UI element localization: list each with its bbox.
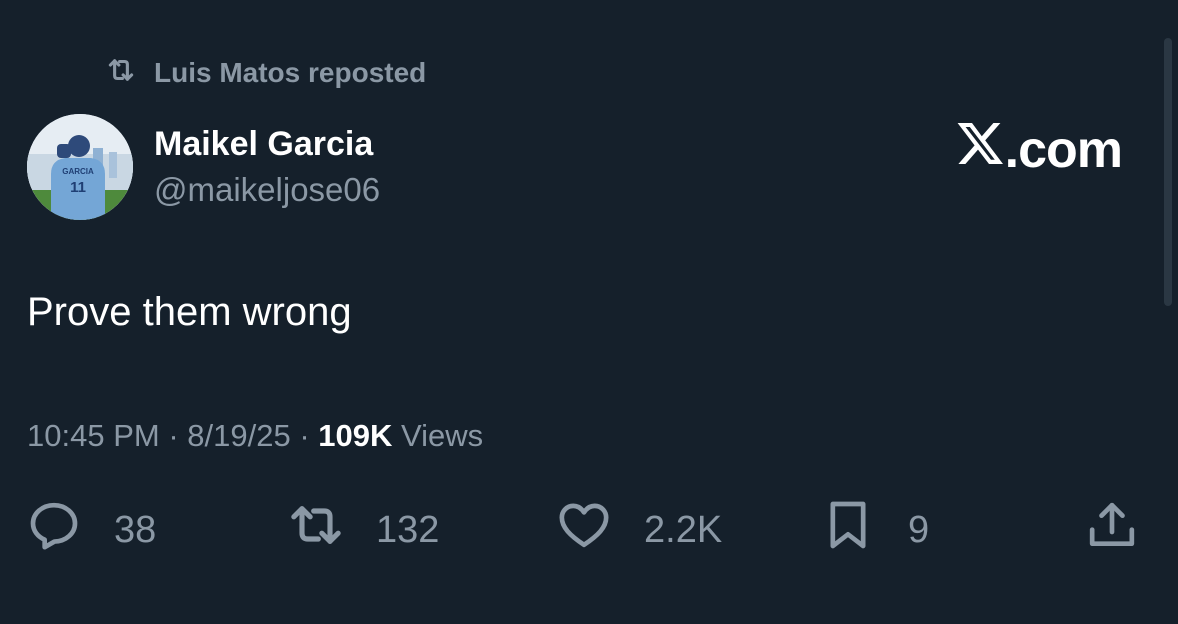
retweet-icon [288, 497, 344, 563]
author-handle[interactable]: @maikeljose06 [154, 170, 380, 210]
brand-watermark: .com [957, 120, 1123, 180]
bookmark-button[interactable]: 9 [820, 500, 929, 560]
jersey-number-text: 11 [70, 179, 86, 196]
repost-button[interactable]: 132 [288, 500, 439, 560]
like-button[interactable]: 2.2K [556, 500, 722, 560]
avatar[interactable]: GARCIA 11 [27, 114, 133, 220]
reply-icon [26, 497, 82, 563]
jersey-name-text: GARCIA [62, 167, 94, 176]
author-name[interactable]: Maikel Garcia [154, 124, 373, 164]
bookmark-count: 9 [908, 508, 930, 551]
retweet-icon [104, 53, 154, 94]
bookmark-icon [820, 497, 876, 563]
heart-icon [556, 497, 612, 563]
tweet-date[interactable]: 8/19/25 [187, 418, 290, 453]
meta-separator: · [168, 418, 179, 453]
views-label: Views [401, 418, 484, 453]
views-count[interactable]: 109K [318, 418, 392, 453]
action-bar: 38 132 2.2K 9 [0, 500, 1178, 560]
share-button[interactable] [1084, 500, 1140, 560]
tweet-text: Prove them wrong [27, 290, 352, 334]
tweet-meta: 10:45 PM · 8/19/25 · 109K Views [27, 416, 483, 456]
repost-indicator[interactable]: Luis Matos reposted [104, 56, 426, 90]
repost-label: Luis Matos reposted [154, 57, 427, 88]
reply-count: 38 [114, 508, 157, 551]
reply-button[interactable]: 38 [26, 500, 156, 560]
like-count: 2.2K [644, 508, 723, 551]
tweet-time[interactable]: 10:45 PM [27, 418, 160, 453]
x-logo-icon [957, 120, 1005, 180]
share-icon [1084, 497, 1140, 563]
tweet-screenshot: Luis Matos reposted GARCIA 11 Maikel Gar… [0, 0, 1178, 624]
brand-label: .com [1004, 121, 1123, 179]
meta-separator: · [299, 418, 310, 453]
scrollbar[interactable] [1164, 38, 1172, 306]
repost-count: 132 [376, 508, 440, 551]
